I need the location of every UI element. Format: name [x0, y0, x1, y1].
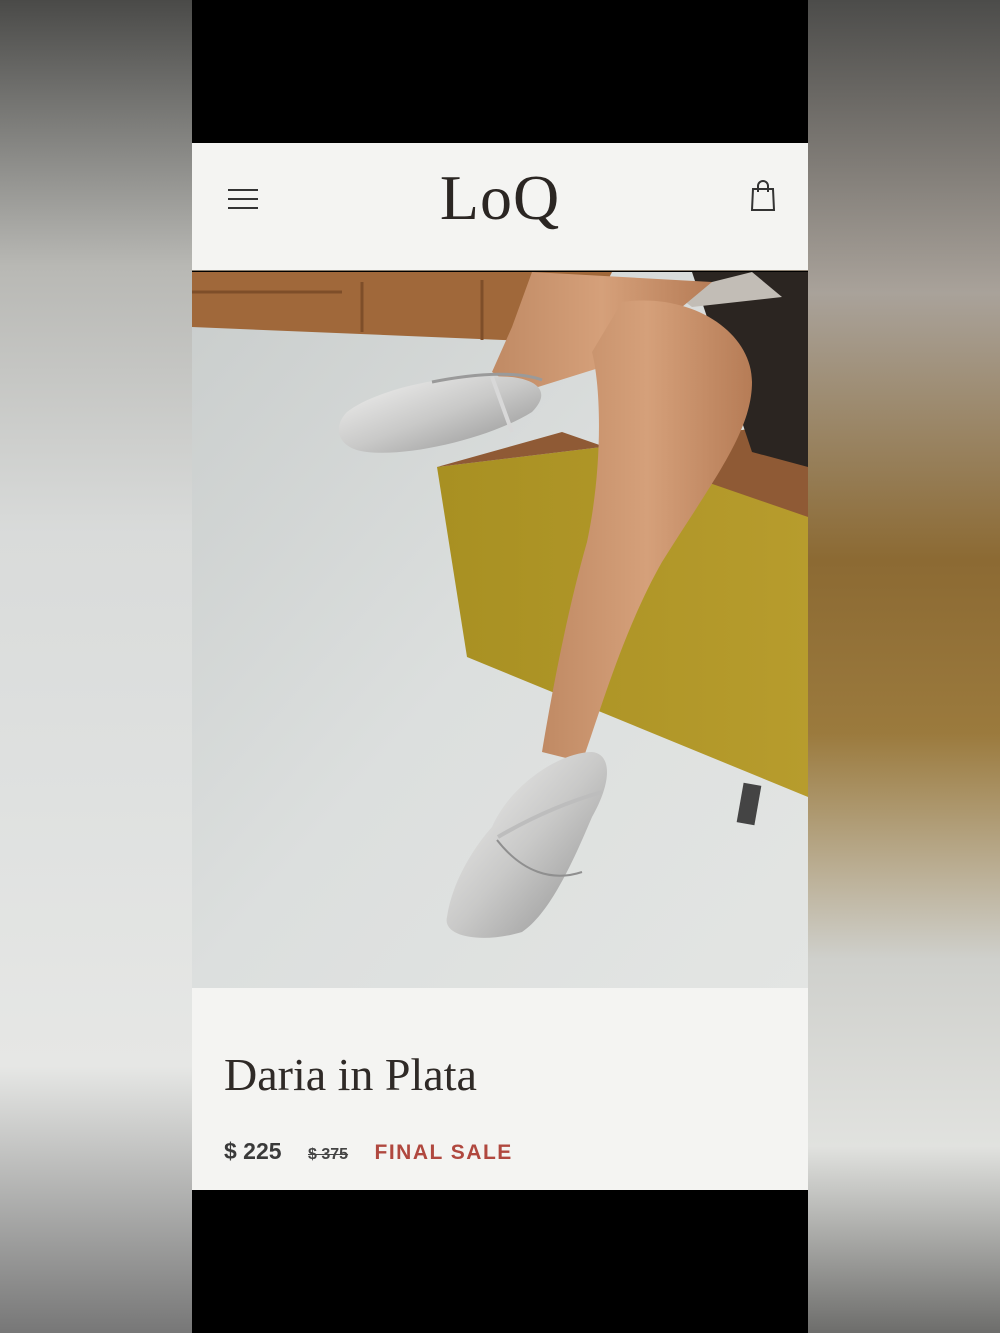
final-sale-badge: FINAL SALE	[374, 1141, 513, 1164]
price-row: $ 225 $ 375 FINAL SALE	[224, 1138, 513, 1168]
original-price: $ 375	[308, 1146, 349, 1163]
phone-screen: LoQ Daria in Plata $ 225 $ 375 FINAL SAL…	[192, 0, 808, 1333]
blurred-backdrop-right	[808, 0, 1000, 1333]
product-title: Daria in Plata	[224, 1049, 477, 1100]
blurred-backdrop-left	[0, 0, 192, 1333]
current-price: $ 225	[224, 1138, 282, 1164]
top-black-bar	[192, 0, 808, 143]
shopping-bag-icon[interactable]	[748, 179, 778, 213]
product-info: Daria in Plata $ 225 $ 375 FINAL SALE	[192, 988, 808, 1190]
brand-logo[interactable]: LoQ	[192, 161, 808, 235]
product-image[interactable]	[192, 272, 808, 988]
bottom-black-bar	[192, 1190, 808, 1333]
site-header: LoQ	[192, 143, 808, 271]
